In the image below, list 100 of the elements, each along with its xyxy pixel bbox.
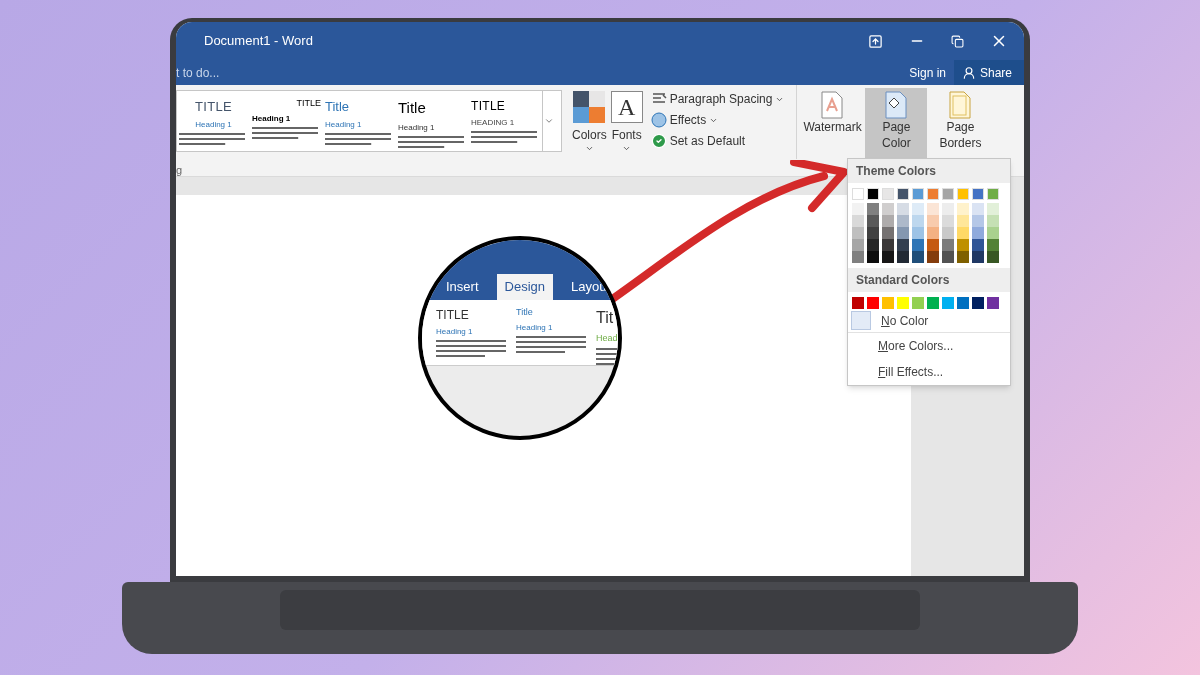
page-background-button[interactable]: Page Color	[865, 88, 928, 159]
style-set-thumbnail[interactable]: TITLE Heading 1	[177, 91, 250, 151]
color-swatch[interactable]	[882, 227, 894, 239]
caret-icon	[622, 144, 632, 153]
menu-item[interactable]: Fill Effects...	[848, 359, 1010, 385]
color-swatch[interactable]	[942, 227, 954, 239]
ribbon-tab[interactable]: Insert	[438, 274, 487, 300]
color-swatch[interactable]	[867, 297, 879, 309]
color-swatch[interactable]	[987, 215, 999, 227]
color-swatch[interactable]	[942, 239, 954, 251]
color-swatch[interactable]	[852, 297, 864, 309]
color-swatch[interactable]	[987, 251, 999, 263]
color-swatch[interactable]	[927, 227, 939, 239]
format-option[interactable]: Effects	[650, 111, 785, 129]
color-swatch[interactable]	[867, 251, 879, 263]
menu-item[interactable]: More Colors...	[848, 333, 1010, 359]
color-swatch[interactable]	[867, 203, 879, 215]
color-swatch[interactable]	[987, 227, 999, 239]
color-swatch[interactable]	[972, 227, 984, 239]
color-swatch[interactable]	[927, 215, 939, 227]
color-swatch[interactable]	[957, 227, 969, 239]
color-swatch[interactable]	[942, 188, 954, 200]
format-option[interactable]: Set as Default	[650, 132, 785, 150]
color-swatch[interactable]	[882, 188, 894, 200]
sign-in-link[interactable]: Sign in	[909, 63, 946, 82]
color-swatch[interactable]	[942, 251, 954, 263]
color-swatch[interactable]	[852, 227, 864, 239]
color-swatch[interactable]	[957, 251, 969, 263]
ribbon-display-icon[interactable]	[868, 33, 883, 49]
color-swatch[interactable]	[882, 215, 894, 227]
color-swatch[interactable]	[972, 188, 984, 200]
color-swatch[interactable]	[972, 203, 984, 215]
color-swatch[interactable]	[927, 297, 939, 309]
color-swatch[interactable]	[867, 188, 879, 200]
watermark-icon	[821, 91, 844, 119]
color-swatch[interactable]	[912, 188, 924, 200]
color-swatch[interactable]	[852, 188, 864, 200]
color-swatch[interactable]	[867, 227, 879, 239]
color-swatch[interactable]	[942, 203, 954, 215]
style-set-thumbnail[interactable]: TITLE Heading 1	[250, 91, 323, 151]
color-swatch[interactable]	[897, 227, 909, 239]
colors-button[interactable]: Colors	[572, 91, 607, 153]
color-swatch[interactable]	[867, 215, 879, 227]
color-swatch[interactable]	[972, 297, 984, 309]
color-swatch[interactable]	[942, 297, 954, 309]
color-swatch[interactable]	[912, 203, 924, 215]
color-swatch[interactable]	[882, 297, 894, 309]
color-swatch[interactable]	[897, 188, 909, 200]
color-swatch[interactable]	[987, 203, 999, 215]
color-swatch[interactable]	[912, 297, 924, 309]
restore-icon[interactable]	[951, 34, 964, 48]
color-swatch[interactable]	[897, 215, 909, 227]
color-swatch[interactable]	[867, 239, 879, 251]
color-swatch[interactable]	[882, 251, 894, 263]
style-set-thumbnail[interactable]: TITLE Heading 1	[436, 306, 508, 365]
format-option[interactable]: Paragraph Spacing	[650, 90, 785, 108]
style-set-thumbnail[interactable]: Title Heading 1	[323, 91, 396, 151]
color-swatch[interactable]	[897, 203, 909, 215]
color-swatch[interactable]	[987, 188, 999, 200]
color-swatch[interactable]	[897, 297, 909, 309]
style-set-thumbnail[interactable]: TITLE HEADING 1	[469, 91, 542, 151]
color-swatch[interactable]	[957, 297, 969, 309]
color-swatch[interactable]	[927, 251, 939, 263]
color-swatch[interactable]	[912, 251, 924, 263]
color-swatch[interactable]	[987, 297, 999, 309]
color-swatch[interactable]	[942, 215, 954, 227]
share-button[interactable]: Share	[954, 60, 1024, 85]
color-swatch[interactable]	[897, 251, 909, 263]
no-color-swatch	[851, 311, 871, 330]
color-swatch[interactable]	[852, 251, 864, 263]
color-swatch[interactable]	[897, 239, 909, 251]
page-background-button[interactable]: Watermark	[801, 88, 864, 159]
page-background-button[interactable]: Page Borders	[929, 88, 992, 159]
color-palette-icon	[573, 91, 606, 123]
ribbon-tab[interactable]: Design	[496, 274, 553, 300]
menu-item[interactable]: No Color	[881, 311, 929, 330]
color-swatch[interactable]	[927, 188, 939, 200]
color-swatch[interactable]	[912, 227, 924, 239]
color-swatch[interactable]	[957, 203, 969, 215]
color-swatch[interactable]	[852, 203, 864, 215]
text-lines-drawing	[436, 340, 506, 360]
tell-me-field[interactable]: t to do...	[176, 63, 376, 82]
color-swatch[interactable]	[972, 239, 984, 251]
color-swatch[interactable]	[987, 239, 999, 251]
text-lines-drawing	[516, 335, 586, 356]
color-swatch[interactable]	[882, 239, 894, 251]
color-swatch[interactable]	[972, 251, 984, 263]
style-set-thumbnail[interactable]: Title Heading 1	[516, 306, 588, 365]
color-swatch[interactable]	[957, 239, 969, 251]
color-swatch[interactable]	[912, 239, 924, 251]
color-swatch[interactable]	[927, 203, 939, 215]
color-swatch[interactable]	[852, 239, 864, 251]
style-set-thumbnail[interactable]: Title Heading 1	[396, 91, 469, 151]
color-swatch[interactable]	[912, 215, 924, 227]
color-swatch[interactable]	[972, 215, 984, 227]
color-swatch[interactable]	[957, 215, 969, 227]
color-swatch[interactable]	[882, 203, 894, 215]
color-swatch[interactable]	[927, 239, 939, 251]
color-swatch[interactable]	[957, 188, 969, 200]
color-swatch[interactable]	[852, 215, 864, 227]
